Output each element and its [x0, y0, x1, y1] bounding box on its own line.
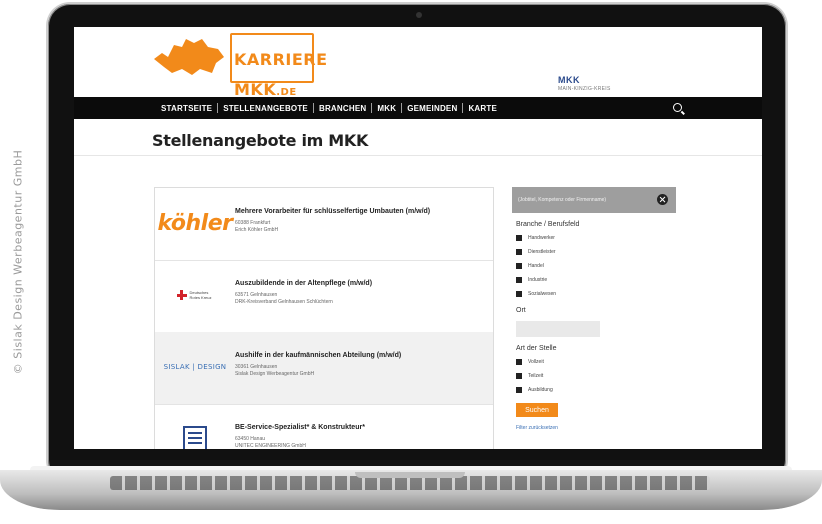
job-title[interactable]: BE-Service-Spezialist* & Konstrukteur* [235, 424, 365, 431]
checkbox-icon[interactable] [516, 373, 522, 379]
checkbox-icon[interactable] [516, 291, 522, 297]
nav-divider [371, 103, 373, 113]
nav-divider [312, 103, 314, 113]
job-location: 30361 Gelnhausen [235, 364, 278, 370]
camera-icon [416, 12, 422, 18]
nav-divider [401, 103, 403, 113]
checkbox-branch[interactable]: Industrie [516, 277, 547, 283]
nav-karte[interactable]: KARTE [463, 104, 502, 113]
search-button[interactable]: Suchen [516, 403, 558, 417]
checkbox-art[interactable]: Vollzeit [516, 359, 544, 365]
site-header: KARRIERE MKK.DE MKK MAIN-KINZIG-KREIS [74, 27, 762, 98]
nav-branchen[interactable]: BRANCHEN [314, 104, 371, 113]
screen: KARRIERE MKK.DE MKK MAIN-KINZIG-KREIS ST… [74, 27, 762, 449]
job-title[interactable]: Aushilfe in der kaufmännischen Abteilung… [235, 352, 401, 359]
checkbox-icon[interactable] [516, 359, 522, 365]
job-location: 60388 Frankfurt [235, 220, 271, 226]
checkbox-icon[interactable] [516, 249, 522, 255]
map-icon [154, 39, 224, 75]
company-logo: köhler [157, 210, 233, 236]
page-title: Stellenangebote im MKK [152, 131, 369, 150]
job-item[interactable]: köhler Mehrere Vorarbeiter für schlüssel… [155, 188, 493, 261]
nav-divider [462, 103, 464, 113]
copyright-credit: © Sislak Design Werbeagentur GmbH [11, 149, 25, 375]
reset-filter-link[interactable]: Filter zurücksetzen [516, 425, 558, 431]
checkbox-branch[interactable]: Sozialwesen [516, 291, 556, 297]
nav-gemeinden[interactable]: GEMEINDEN [402, 104, 462, 113]
checkbox-branch[interactable]: Handwerker [516, 235, 555, 241]
company-logo: SISLAK | DESIGN [163, 363, 227, 371]
job-company: Erich Köhler GmbH [235, 227, 279, 233]
checkbox-art[interactable]: Teilzeit [516, 373, 543, 379]
branch-heading: Branche / Berufsfeld [516, 221, 580, 228]
keyboard-hint [110, 476, 710, 490]
company-logo [163, 422, 227, 449]
nav-stellenangebote[interactable]: STELLENANGEBOTE [218, 104, 313, 113]
job-company: Sislak Design Werbeagentur GmbH [235, 371, 315, 377]
search-placeholder: (Jobtitel, Kompetenz oder Firmenname) [518, 197, 607, 203]
checkbox-branch[interactable]: Dienstleister [516, 249, 556, 255]
checkbox-icon[interactable] [516, 387, 522, 393]
search-field[interactable]: (Jobtitel, Kompetenz oder Firmenname) [512, 187, 676, 213]
nav-divider [217, 103, 219, 113]
job-item[interactable]: Deutsches Rotes Kreuz Auszubildende in d… [155, 260, 493, 333]
unitec-logo-icon [183, 426, 207, 449]
laptop-notch [355, 472, 465, 478]
checkbox-icon[interactable] [516, 263, 522, 269]
checkbox-icon[interactable] [516, 235, 522, 241]
divider [74, 155, 762, 156]
job-item[interactable]: SISLAK | DESIGN Aushilfe in der kaufmänn… [155, 332, 493, 405]
company-logo: Deutsches Rotes Kreuz [163, 278, 227, 312]
nav-mkk[interactable]: MKK [372, 104, 401, 113]
ort-heading: Ort [516, 307, 526, 314]
checkbox-branch[interactable]: Handel [516, 263, 544, 269]
checkbox-icon[interactable] [516, 277, 522, 283]
art-heading: Art der Stelle [516, 345, 557, 352]
job-list: köhler Mehrere Vorarbeiter für schlüssel… [154, 187, 494, 449]
job-company: DRK-Kreisverband Gelnhausen Schlüchtern [235, 299, 333, 305]
job-title[interactable]: Auszubildende in der Altenpflege (m/w/d) [235, 280, 372, 287]
ort-input[interactable] [516, 321, 600, 337]
job-location: 63450 Hanau [235, 436, 266, 442]
checkbox-art[interactable]: Ausbildung [516, 387, 553, 393]
nav-startseite[interactable]: STARTSEITE [156, 104, 217, 113]
job-location: 63571 Gelnhausen [235, 292, 278, 298]
mkk-subtitle: MAIN-KINZIG-KREIS [558, 86, 611, 92]
main-nav: STARTSEITE STELLENANGEBOTE BRANCHEN MKK … [74, 97, 762, 119]
mkk-logo: MKK [558, 75, 580, 85]
red-cross-icon [176, 290, 187, 300]
filter-panel: (Jobtitel, Kompetenz oder Firmenname) Br… [512, 187, 676, 449]
job-company: UNITEC ENGINEERING GmbH [235, 443, 306, 449]
job-item[interactable]: BE-Service-Spezialist* & Konstrukteur* 6… [155, 404, 493, 449]
search-icon[interactable] [673, 103, 682, 112]
job-title[interactable]: Mehrere Vorarbeiter für schlüsselfertige… [235, 208, 430, 215]
close-icon[interactable] [657, 194, 668, 205]
